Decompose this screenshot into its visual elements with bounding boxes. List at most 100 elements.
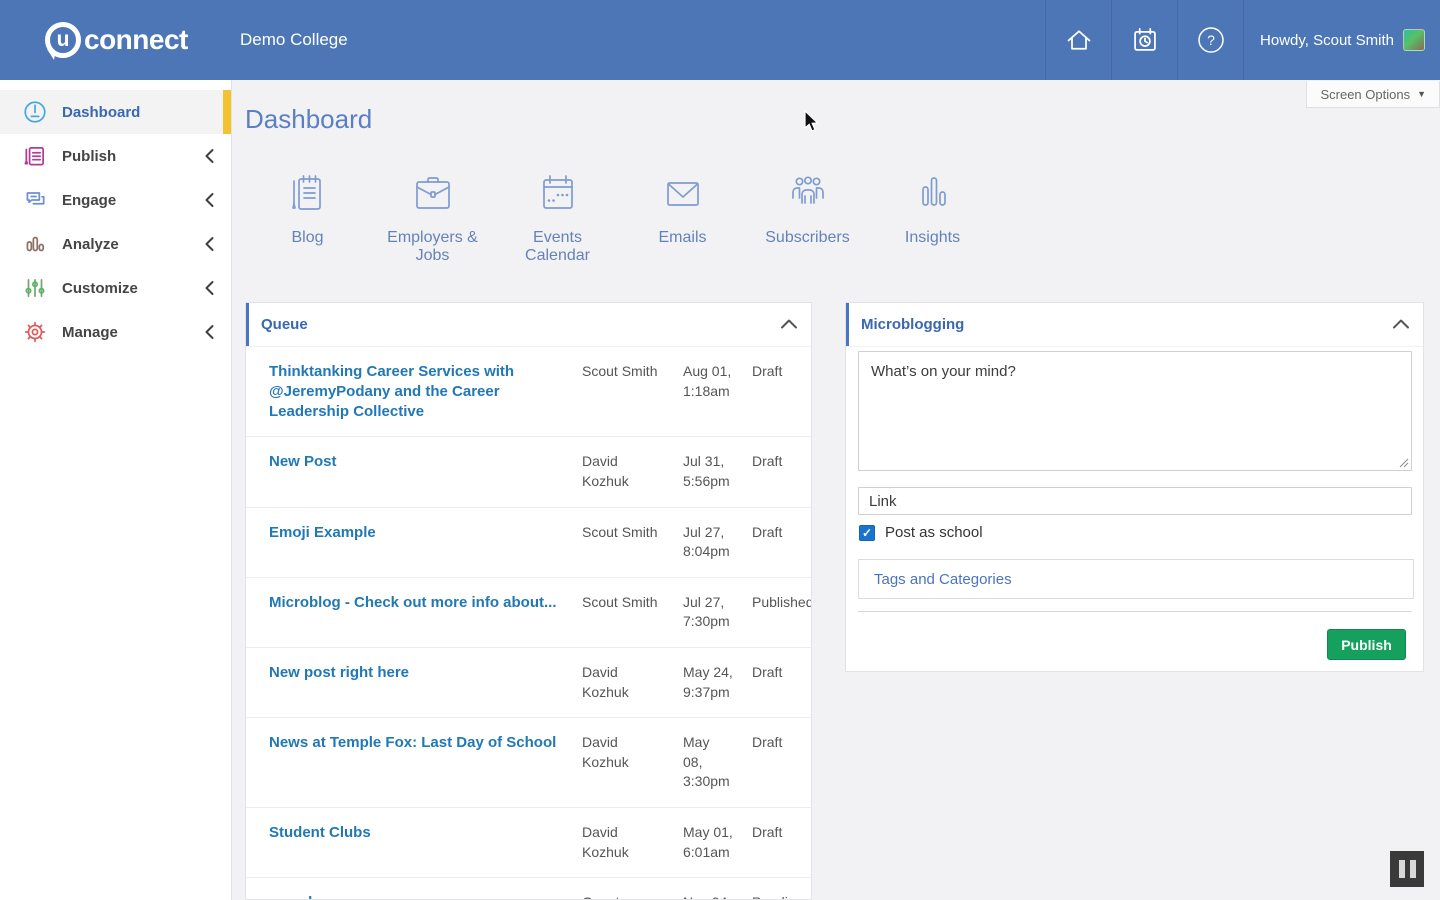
post-author: Scout Smith: [582, 523, 670, 543]
post-date: May 01, 6:01am: [683, 823, 739, 862]
envelope-icon: [660, 165, 706, 217]
logo-text: connect: [84, 24, 188, 56]
post-status: Draft: [752, 733, 803, 753]
chevron-left-icon: [204, 324, 215, 340]
queue-table: Thinktanking Career Services with @Jerem…: [246, 347, 811, 900]
post-date: Nov 04, 4:32pm: [683, 893, 739, 900]
sidebar-item-publish[interactable]: Publish: [0, 134, 231, 178]
sidebar-item-label: Engage: [62, 192, 116, 209]
pause-button[interactable]: [1390, 851, 1424, 887]
screen-options-label: Screen Options: [1320, 87, 1410, 102]
post-date: Jul 27, 7:30pm: [683, 593, 739, 632]
sidebar-item-analyze[interactable]: Analyze: [0, 222, 231, 266]
queue-panel-header: Queue: [246, 303, 811, 347]
logo-letter: u: [57, 29, 70, 50]
post-author: David Kozhuk: [582, 733, 670, 772]
post-as-school-row: Post as school: [859, 524, 983, 541]
queue-panel: Queue Thinktanking Career Services with …: [245, 302, 812, 900]
post-date: Aug 01, 1:18am: [683, 362, 739, 401]
insights-icon: [910, 165, 956, 217]
post-status: Draft: [752, 523, 803, 543]
post-title-link[interactable]: News at Temple Fox: Last Day of School: [269, 733, 569, 753]
blog-icon: [285, 165, 331, 217]
queue-title: Queue: [261, 316, 308, 333]
shortcut-label: Subscribers: [765, 229, 849, 247]
post-as-school-checkbox[interactable]: [859, 525, 875, 541]
shortcut-insights[interactable]: Insights: [870, 165, 995, 266]
uconnect-logo[interactable]: u connect: [45, 0, 188, 80]
shortcut-label: Blog: [291, 229, 323, 247]
post-date: Jul 27, 8:04pm: [683, 523, 739, 562]
shortcut-emails[interactable]: Emails: [620, 165, 745, 266]
chevron-left-icon: [204, 148, 215, 164]
sidebar-item-manage[interactable]: Manage: [0, 310, 231, 354]
post-status: Draft: [752, 663, 803, 683]
post-title-link[interactable]: Student Clubs: [269, 823, 569, 843]
panel-accent-bar: [846, 303, 849, 346]
table-row: New Post David Kozhuk Jul 31, 5:56pm Dra…: [246, 437, 811, 507]
gauge-icon: [22, 99, 48, 125]
post-status: Published: [752, 593, 812, 613]
table-row: Thinktanking Career Services with @Jerem…: [246, 347, 811, 437]
collapse-chevron-up-icon[interactable]: [1392, 318, 1410, 330]
post-title-link[interactable]: Thinktanking Career Services with @Jerem…: [269, 362, 569, 421]
notepad-icon: [22, 143, 48, 169]
post-date: May 24, 9:37pm: [683, 663, 739, 702]
post-title-link[interactable]: New Post: [269, 452, 569, 472]
post-title-link[interactable]: Emoji Example: [269, 523, 569, 543]
calendar-icon: [1131, 26, 1159, 54]
microblogging-panel: Microblogging Post as school Tags and Ca…: [845, 302, 1424, 672]
help-button[interactable]: ?: [1177, 0, 1243, 80]
post-status: Pending: [752, 893, 803, 900]
table-row: Emoji Example Scout Smith Jul 27, 8:04pm…: [246, 508, 811, 578]
sidebar-item-label: Publish: [62, 148, 116, 165]
chevron-left-icon: [204, 192, 215, 208]
home-icon: [1065, 26, 1093, 54]
mouse-cursor: [804, 110, 822, 134]
sidebar-item-label: Manage: [62, 324, 118, 341]
events-button[interactable]: [1111, 0, 1177, 80]
screen-options-button[interactable]: Screen Options ▼: [1306, 81, 1440, 108]
briefcase-icon: [410, 165, 456, 217]
user-menu[interactable]: Howdy, Scout Smith: [1243, 0, 1440, 80]
tags-and-categories-label: Tags and Categories: [874, 571, 1012, 588]
gear-icon: [22, 319, 48, 345]
sidebar-item-customize[interactable]: Customize: [0, 266, 231, 310]
header-nav: ? Howdy, Scout Smith: [1045, 0, 1440, 80]
sliders-icon: [22, 275, 48, 301]
post-title-link[interactable]: New post right here: [269, 663, 569, 683]
shortcut-subscribers[interactable]: Subscribers: [745, 165, 870, 266]
chevron-left-icon: [204, 280, 215, 296]
collapse-chevron-up-icon[interactable]: [780, 318, 798, 330]
shortcut-employers-jobs[interactable]: Employers & Jobs: [370, 165, 495, 266]
post-author: Scout Smith: [582, 362, 670, 382]
bar-chart-icon: [22, 231, 48, 257]
home-button[interactable]: [1045, 0, 1111, 80]
post-title-link[interactable]: Microblog - Check out more info about...: [269, 593, 569, 613]
avatar: [1403, 29, 1425, 51]
post-date: May 08, 3:30pm: [683, 733, 739, 792]
sidebar-item-label: Analyze: [62, 236, 119, 253]
tags-and-categories-section[interactable]: Tags and Categories: [858, 559, 1414, 599]
shortcut-label: Events Calendar: [525, 229, 590, 266]
table-row: Microblog - Check out more info about...…: [246, 578, 811, 648]
sidebar: Dashboard Publish Engage: [0, 80, 232, 900]
shortcut-blog[interactable]: Blog: [245, 165, 370, 266]
divider: [858, 611, 1412, 612]
post-status: Draft: [752, 452, 803, 472]
school-name: Demo College: [240, 0, 348, 80]
sidebar-item-label: Customize: [62, 280, 138, 297]
user-greeting: Howdy, Scout Smith: [1260, 32, 1394, 49]
publish-button[interactable]: Publish: [1327, 629, 1406, 660]
post-as-school-label: Post as school: [885, 524, 983, 541]
post-title-link[interactable]: sample: [269, 893, 569, 900]
sidebar-item-engage[interactable]: Engage: [0, 178, 231, 222]
sidebar-item-dashboard[interactable]: Dashboard: [0, 90, 231, 134]
post-author: David Kozhuk: [582, 823, 670, 862]
microblogging-title: Microblogging: [861, 316, 964, 333]
shortcut-events-calendar[interactable]: Events Calendar: [495, 165, 620, 266]
link-input[interactable]: [858, 487, 1412, 515]
composer-textarea[interactable]: [858, 351, 1412, 471]
post-date: Jul 31, 5:56pm: [683, 452, 739, 491]
top-header: u connect Demo College: [0, 0, 1440, 80]
